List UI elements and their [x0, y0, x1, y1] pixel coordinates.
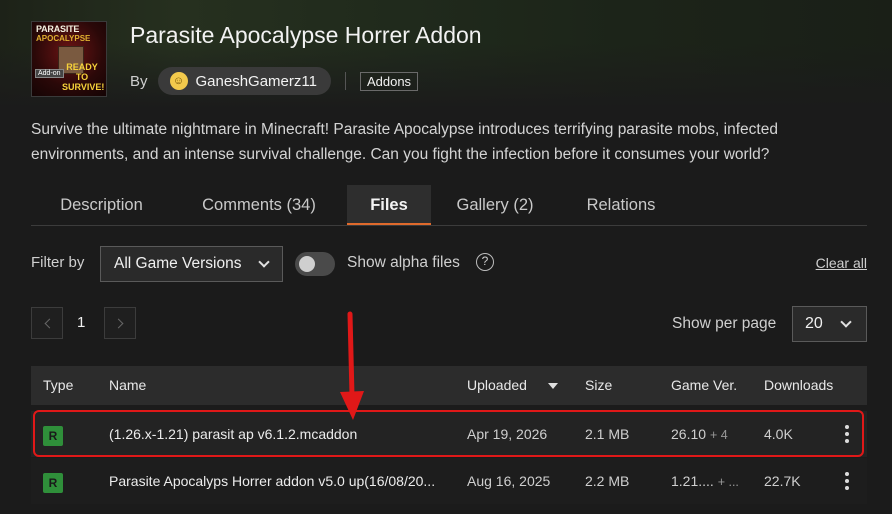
- per-page-label: Show per page: [672, 315, 777, 332]
- uploaded-date: Aug 16, 2025: [467, 473, 551, 489]
- tab-relations[interactable]: Relations: [561, 185, 681, 225]
- toggle-knob: [299, 256, 315, 272]
- page-title: Parasite Apocalypse Horrer Addon: [130, 22, 482, 48]
- alpha-files-toggle[interactable]: [295, 252, 335, 276]
- game-version-value: All Game Versions: [114, 255, 242, 272]
- by-label: By: [130, 72, 148, 90]
- author-row: By ☺ GaneshGamerz11 Addons: [130, 67, 419, 95]
- chevron-down-icon: [258, 256, 270, 268]
- col-game-ver[interactable]: Game Ver.: [671, 377, 737, 393]
- tab-gallery[interactable]: Gallery (2): [439, 185, 551, 225]
- tab-description[interactable]: Description: [31, 185, 172, 225]
- chevron-down-icon: [840, 316, 852, 328]
- chevron-left-icon: [44, 318, 55, 329]
- per-page-value: 20: [805, 315, 823, 332]
- per-page-select[interactable]: 20: [792, 306, 867, 342]
- game-version-select[interactable]: All Game Versions: [100, 246, 283, 282]
- addon-description: Survive the ultimate nightmare in Minecr…: [31, 121, 778, 163]
- col-uploaded[interactable]: Uploaded: [467, 377, 527, 393]
- highlight-box: [33, 410, 864, 457]
- divider: [344, 72, 346, 90]
- filter-bar: Filter by All Game Versions Show alpha f…: [31, 246, 867, 282]
- tab-files[interactable]: Files: [347, 185, 431, 225]
- sort-desc-icon: [548, 383, 558, 389]
- table-row[interactable]: R Parasite Apocalyps Horrer addon v5.0 u…: [31, 458, 867, 504]
- more-options-icon[interactable]: [845, 472, 849, 492]
- game-version-more[interactable]: + ...: [718, 475, 739, 489]
- col-type: Type: [43, 377, 74, 393]
- avatar: ☺: [169, 72, 188, 90]
- next-page-button[interactable]: [104, 307, 136, 339]
- chevron-right-icon: [113, 318, 124, 329]
- release-type-badge: R: [43, 473, 63, 493]
- files-table-header: Type Name Uploaded Size Game Ver. Downlo…: [31, 366, 867, 405]
- file-size: 2.2 MB: [585, 473, 630, 489]
- filter-label: Filter by: [31, 254, 85, 271]
- download-count: 22.7K: [764, 473, 801, 489]
- file-name-link[interactable]: Parasite Apocalyps Horrer addon v5.0 up(…: [109, 473, 435, 489]
- author-link[interactable]: ☺ GaneshGamerz11: [157, 67, 331, 95]
- help-icon[interactable]: ?: [476, 253, 494, 271]
- col-downloads[interactable]: Downloads: [764, 377, 833, 393]
- tab-comments[interactable]: Comments (34): [180, 185, 338, 225]
- game-version-primary: 1.21....: [671, 473, 714, 489]
- current-page[interactable]: 1: [77, 314, 85, 331]
- game-version: 1.21.... + ...: [671, 473, 739, 489]
- col-size[interactable]: Size: [585, 377, 612, 393]
- category-tag[interactable]: Addons: [359, 71, 419, 91]
- tab-bar: Description Comments (34) Files Gallery …: [31, 185, 867, 226]
- clear-all-link[interactable]: Clear all: [816, 255, 867, 271]
- addon-logo: PARASITE APOCALYPSE Add-on READY TO SURV…: [31, 21, 107, 97]
- alpha-files-label: Show alpha files: [347, 254, 460, 271]
- author-name: GaneshGamerz11: [195, 72, 317, 90]
- prev-page-button[interactable]: [31, 307, 63, 339]
- col-name[interactable]: Name: [109, 377, 146, 393]
